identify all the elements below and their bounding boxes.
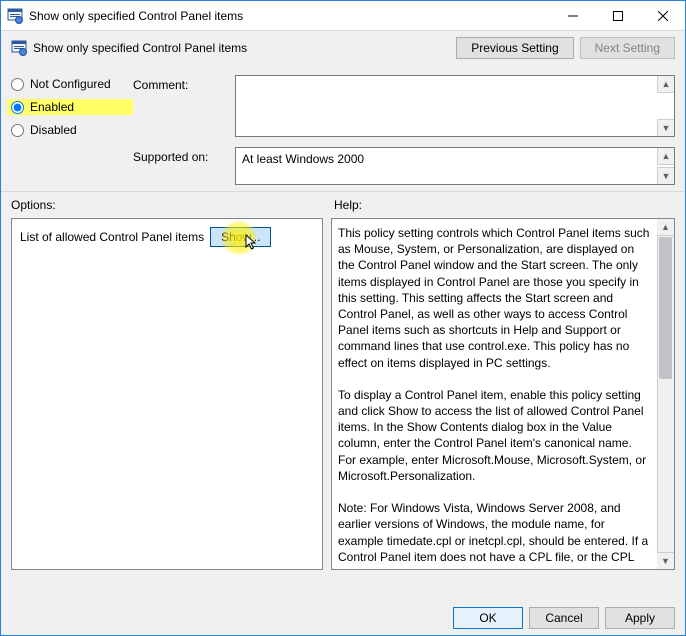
radio-enabled-input[interactable] [11,101,24,114]
window-title: Show only specified Control Panel items [29,9,550,23]
supported-value: At least Windows 2000 [242,152,364,166]
section-labels: Options: Help: [1,192,685,214]
radio-not-configured-input[interactable] [11,78,24,91]
radio-not-configured-label: Not Configured [30,77,111,91]
scroll-up-icon[interactable]: ▲ [657,148,674,165]
close-button[interactable] [640,1,685,30]
scroll-up-icon[interactable]: ▲ [657,219,674,236]
dialog-header: Show only specified Control Panel items … [1,31,685,65]
title-bar: Show only specified Control Panel items [1,1,685,31]
comment-textarea[interactable]: ▲ ▼ [235,75,675,137]
help-text: This policy setting controls which Contr… [338,225,668,563]
show-button[interactable]: Show... [210,227,271,247]
apply-button[interactable]: Apply [605,607,675,629]
main-panes: List of allowed Control Panel items Show… [1,214,685,570]
supported-on-text: At least Windows 2000 ▲ ▼ [235,147,675,185]
next-setting-button[interactable]: Next Setting [580,37,675,59]
radio-enabled-label: Enabled [30,100,74,114]
help-scrollbar[interactable]: ▲ ▼ [657,219,674,569]
scroll-down-icon[interactable]: ▼ [657,167,674,184]
scroll-down-icon[interactable]: ▼ [657,552,674,569]
scrollbar-thumb[interactable] [659,237,672,379]
radio-disabled-label: Disabled [30,123,77,137]
ok-button[interactable]: OK [453,607,523,629]
gpedit-icon [7,8,23,24]
dialog-buttons: OK Cancel Apply [453,607,675,629]
help-heading: Help: [334,198,362,212]
comment-label: Comment: [133,75,229,92]
scroll-up-icon[interactable]: ▲ [657,76,674,93]
options-pane: List of allowed Control Panel items Show… [11,218,323,570]
show-button-label: Show... [221,230,260,244]
radio-disabled[interactable]: Disabled [11,123,133,137]
radio-disabled-input[interactable] [11,124,24,137]
previous-setting-button[interactable]: Previous Setting [456,37,573,59]
option-row-list: List of allowed Control Panel items Show… [20,227,314,247]
radio-not-configured[interactable]: Not Configured [11,77,133,91]
cancel-button[interactable]: Cancel [529,607,599,629]
window-controls [550,1,685,30]
policy-icon [11,40,27,56]
options-heading: Options: [11,198,334,212]
gpedit-policy-dialog: Show only specified Control Panel items [0,0,686,636]
help-pane: This policy setting controls which Contr… [331,218,675,570]
minimize-button[interactable] [550,1,595,30]
policy-state-section: Not Configured Enabled Disabled Comment:… [1,65,685,192]
option-list-label: List of allowed Control Panel items [20,230,204,244]
maximize-button[interactable] [595,1,640,30]
radio-enabled[interactable]: Enabled [7,99,133,115]
scroll-down-icon[interactable]: ▼ [657,119,674,136]
policy-title: Show only specified Control Panel items [33,41,456,55]
state-radio-group: Not Configured Enabled Disabled [11,75,133,185]
supported-label: Supported on: [133,147,229,164]
